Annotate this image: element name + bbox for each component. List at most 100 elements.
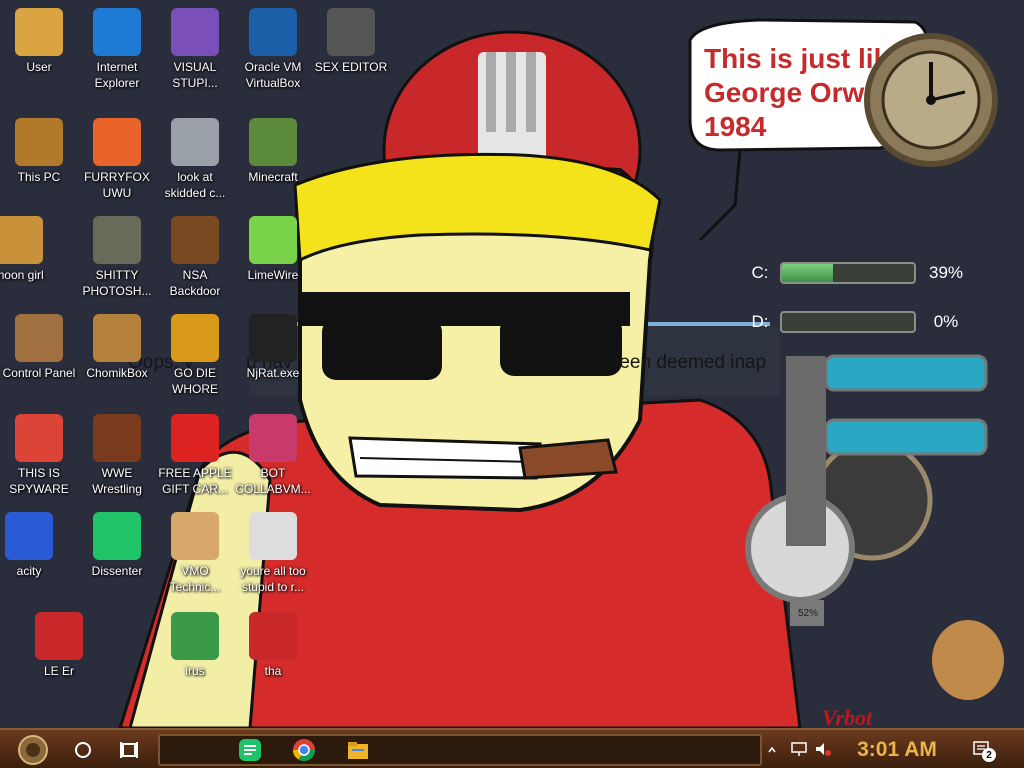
desktop-icon[interactable]: VMO Technic... [156, 512, 234, 604]
oven-icon [93, 414, 141, 462]
gimp-icon [93, 216, 141, 264]
desktop-icon[interactable]: SHITTY PHOTOSH... [78, 216, 156, 308]
desktop-icon-label: GO DIE WHORE [172, 366, 218, 396]
desktop-icon-label: Dissenter [91, 564, 143, 578]
steampunk-folder-icon [171, 216, 219, 264]
doctor-icon [171, 512, 219, 560]
desktop-icon[interactable]: moon girl [0, 216, 58, 308]
file-explorer-taskbar-icon [348, 742, 368, 759]
start-button[interactable] [10, 734, 56, 766]
taskbar-app-chrome[interactable] [286, 734, 322, 766]
dissenter-taskbar-icon [239, 739, 261, 761]
desktop-icon[interactable]: Dissenter [78, 512, 156, 604]
desktop-icon-label: acity [16, 564, 42, 578]
tray-overflow-chevron[interactable] [768, 734, 776, 766]
desktop-icon-label: This PC [17, 170, 61, 184]
search-button[interactable] [66, 734, 100, 766]
network-icon[interactable] [790, 740, 808, 758]
desktop-icon-label: Oracle VM VirtualBox [244, 60, 302, 90]
shield-icon [171, 612, 219, 660]
desktop-icon-label: look at skidded c... [164, 170, 226, 200]
desktop-icon[interactable]: FURRYFOX UWU [78, 118, 156, 210]
taskbar-app-dissenter[interactable] [232, 734, 268, 766]
desktop-icon-label: SHITTY PHOTOSH... [82, 268, 152, 298]
desktop-icon[interactable]: LE Er [20, 612, 98, 704]
background-dialog-text-right: s been deemed inap [594, 352, 767, 373]
desktop-icon[interactable]: THIS IS SPYWARE [0, 414, 78, 506]
desktop-icon[interactable]: acity [0, 512, 68, 604]
desktop-icon-label: WWE Wrestling [92, 466, 142, 496]
desktop-icon-label: SEX EDITOR [314, 60, 388, 74]
disk-usage-track [780, 311, 916, 333]
desktop-icon[interactable]: FREE APPLE GIFT CAR... [156, 414, 234, 506]
desktop-icon-label: NjRat.exe [246, 366, 300, 380]
steampunk-start-icon [18, 735, 48, 765]
task-view-icon [120, 742, 138, 758]
chrome-taskbar-icon [293, 739, 315, 761]
firefox-icon [93, 118, 141, 166]
virtualbox-icon [249, 8, 297, 56]
folder-icon [0, 216, 43, 264]
desktop-icon[interactable]: NjRat.exe [234, 314, 312, 406]
dissenter-icon [93, 512, 141, 560]
taskbar: 3:01 AM 2 [0, 728, 1024, 768]
desktop-icon[interactable]: Minecraft [234, 118, 312, 210]
desktop-icon-label: FREE APPLE GIFT CAR... [158, 466, 232, 496]
chevron-up-icon [768, 746, 776, 753]
desktop-icon-label: ChomikBox [86, 366, 148, 380]
desktop-icon[interactable]: Oracle VM VirtualBox [234, 8, 312, 100]
desktop-icon-label: VISUAL STUPI... [172, 60, 218, 90]
stacked-windows-icon [171, 118, 219, 166]
desktop-icon-label: THIS IS SPYWARE [9, 466, 69, 496]
desktop-icon[interactable]: look at skidded c... [156, 118, 234, 210]
desktop-icon[interactable]: tha [234, 612, 312, 704]
desktop-icon[interactable]: Internet Explorer [78, 8, 156, 100]
disk-usage-percent: 39% [928, 263, 964, 282]
desktop-icon[interactable]: ChomikBox [78, 314, 156, 406]
desktop-icon[interactable]: BOT COLLABVM... [234, 414, 312, 506]
task-view-button[interactable] [112, 734, 146, 766]
desktop-icon[interactable]: This PC [0, 118, 78, 210]
desktop-icon[interactable]: Control Panel [0, 314, 78, 406]
lightbulb-icon [15, 314, 63, 362]
disk-usage-fill [782, 264, 834, 282]
desktop-icon[interactable]: NSA Backdoor [156, 216, 234, 308]
desktop-icon-label: User [26, 60, 52, 74]
desktop-icon-label: moon girl [0, 268, 44, 282]
computer-icon [15, 118, 63, 166]
partial-icon [35, 612, 83, 660]
desktop-icon[interactable]: WWE Wrestling [78, 414, 156, 506]
face-drawing-icon [249, 512, 297, 560]
desktop-icon-label: FURRYFOX UWU [84, 170, 150, 200]
desktop-icon[interactable]: SEX EDITOR [312, 8, 390, 100]
drive-label: C: [751, 263, 769, 282]
desktop-icon-label: LimeWire [247, 268, 299, 282]
visual-studio-icon [171, 8, 219, 56]
taskbar-clock[interactable]: 3:01 AM [844, 734, 950, 766]
audacity-icon [5, 512, 53, 560]
desktop-icon-label: LE Er [43, 664, 74, 678]
desktop-icon[interactable]: youre all too stupid to r... [234, 512, 312, 604]
desktop-icon[interactable]: User [0, 8, 78, 100]
desktop-icon-label: tha [264, 664, 282, 678]
taskbar-app-file-explorer[interactable] [340, 734, 376, 766]
desktop-icon-label: youre all too stupid to r... [240, 564, 306, 594]
disk-usage-percent: 0% [933, 312, 959, 331]
apple-icon [171, 414, 219, 462]
disk-usage-track [780, 262, 916, 284]
notification-count-badge: 2 [982, 748, 996, 762]
desktop-icon-label: Internet Explorer [94, 60, 140, 90]
monitor-icon [249, 414, 297, 462]
minecraft-block-icon [249, 118, 297, 166]
desktop-icon[interactable]: GO DIE WHORE [156, 314, 234, 406]
desktop-icon-label: Control Panel [2, 366, 76, 380]
desktop-icon[interactable]: irus [156, 612, 234, 704]
desktop-icon-label: BOT COLLABVM... [235, 466, 311, 496]
desktop-icon[interactable]: VISUAL STUPI... [156, 8, 234, 100]
volume-muted-icon[interactable] [814, 740, 832, 758]
partial-icon [249, 612, 297, 660]
chrome-icon [15, 414, 63, 462]
desktop-icon-label: irus [185, 664, 205, 678]
desktop-icon[interactable]: LimeWire [234, 216, 312, 308]
steampunk-clock-widget [864, 33, 998, 167]
